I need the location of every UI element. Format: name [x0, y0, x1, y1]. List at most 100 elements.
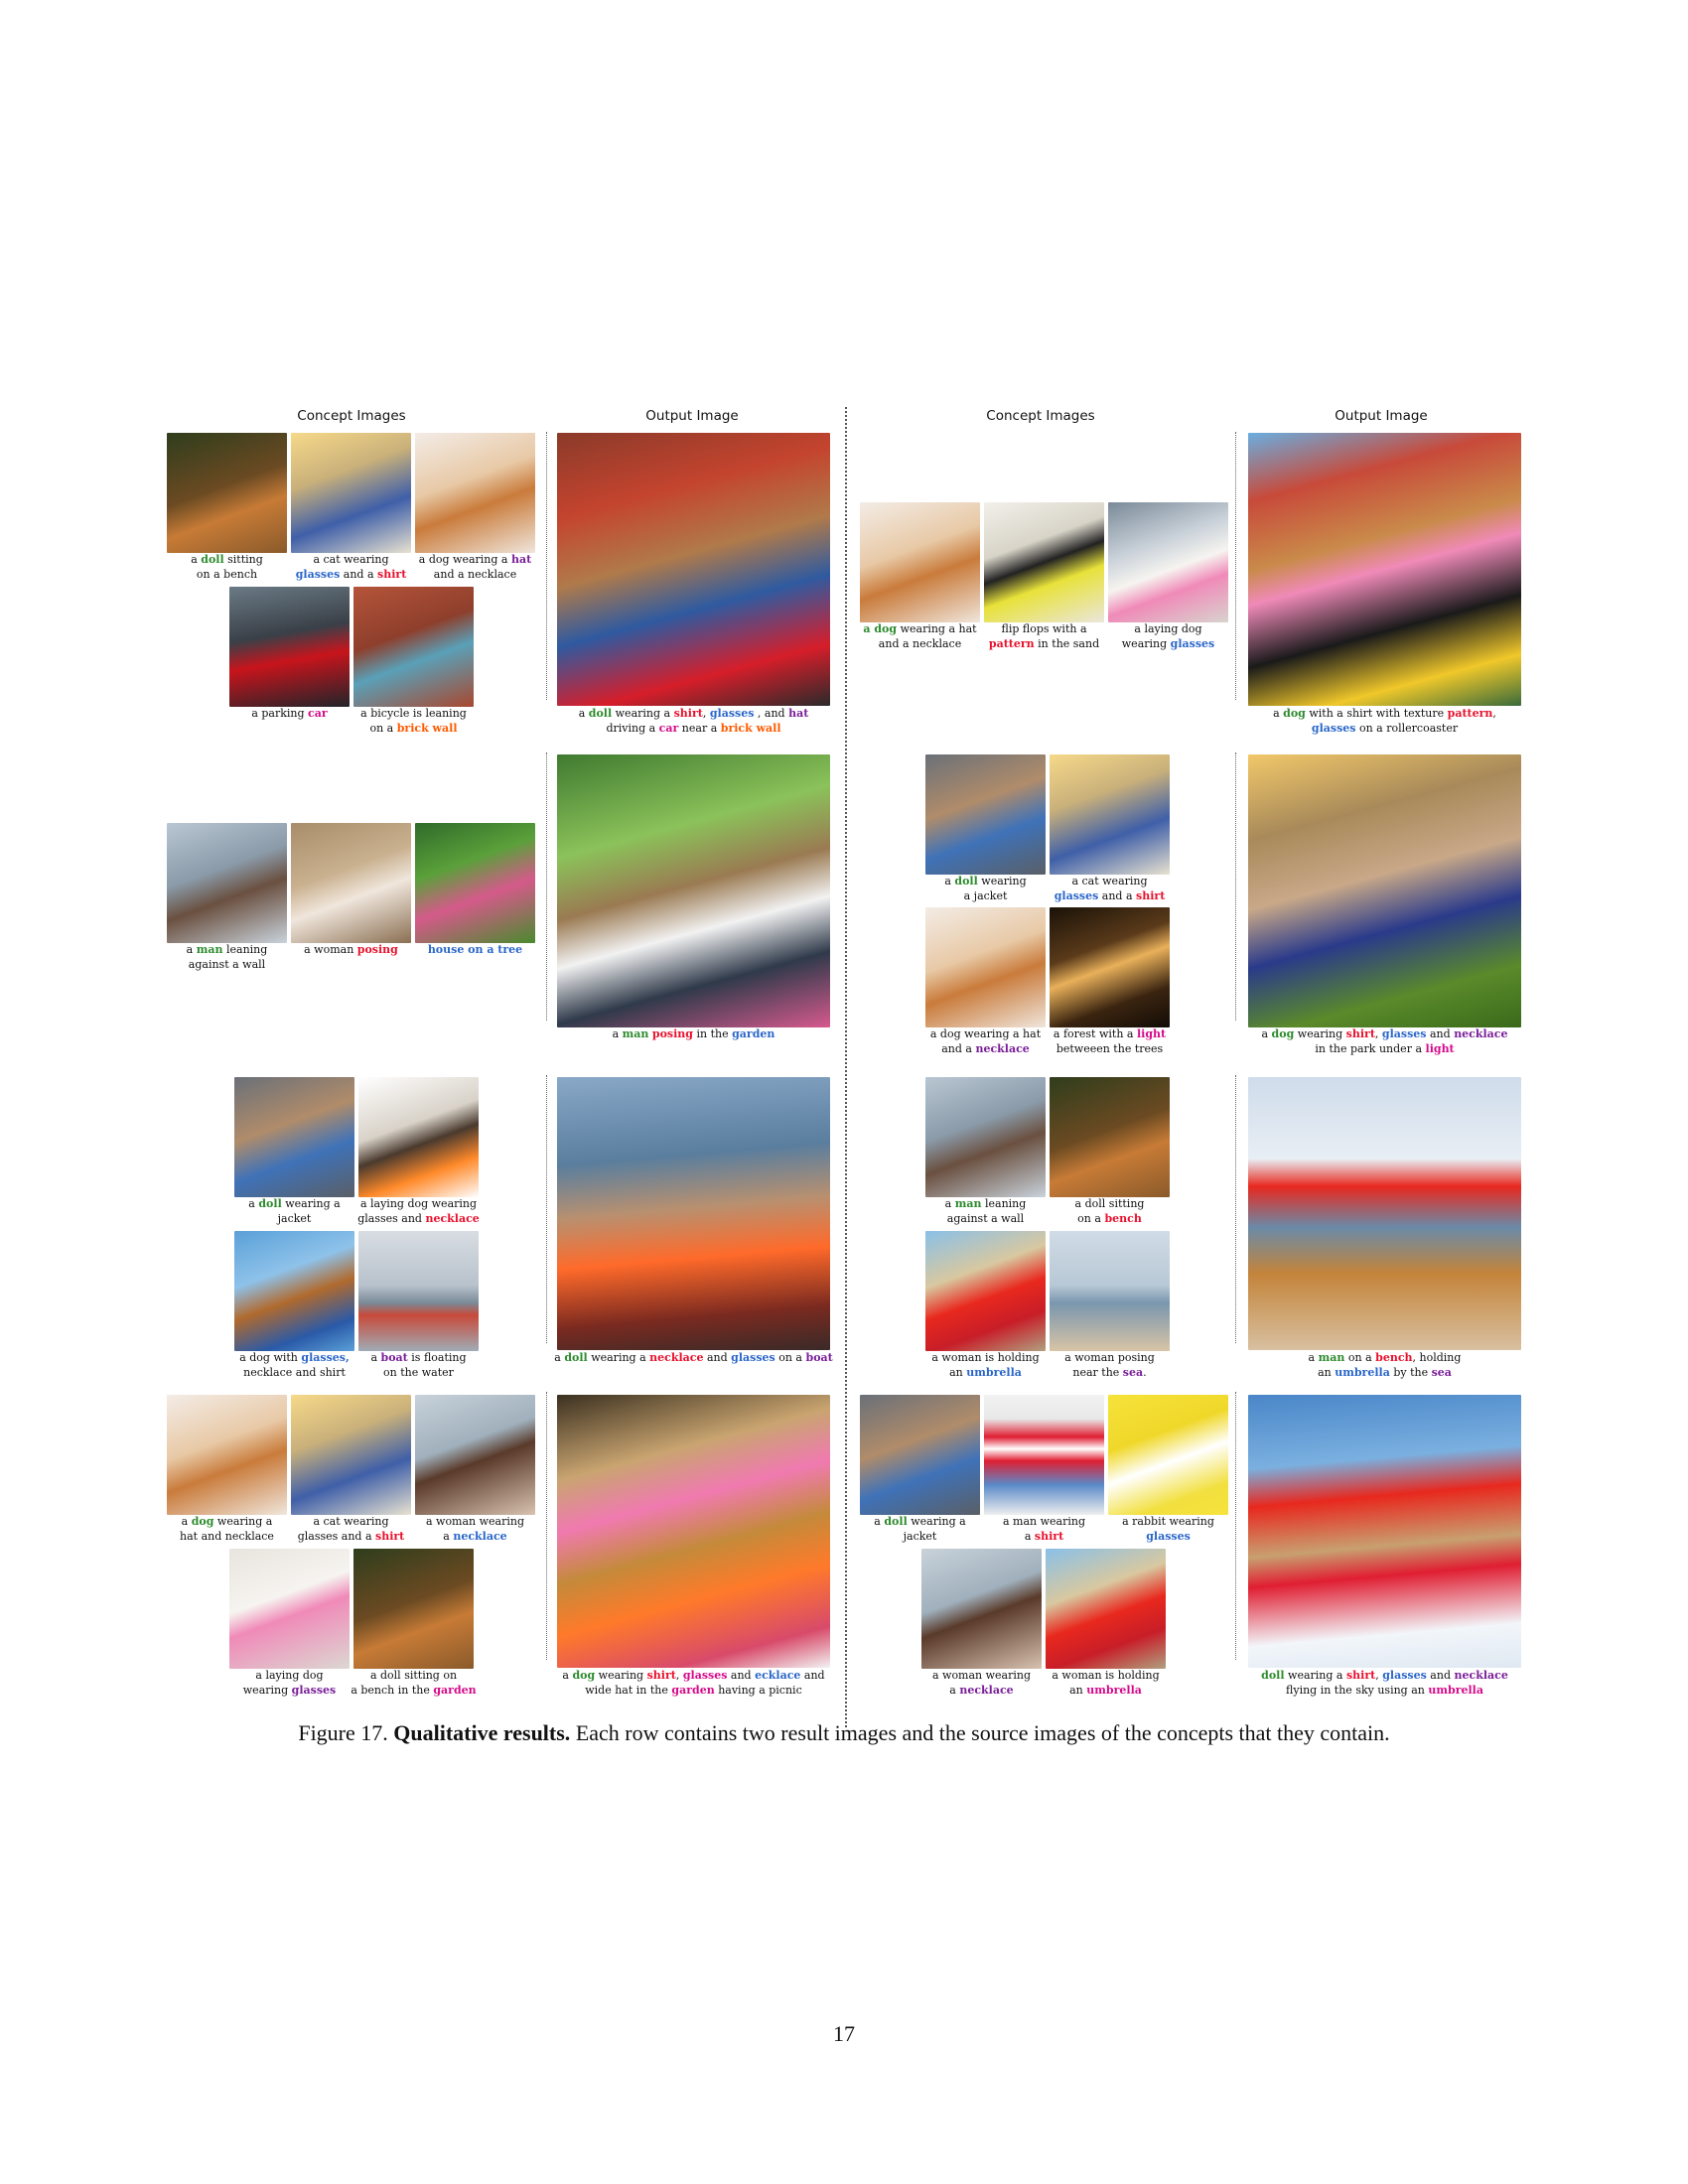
caption-text: a dog wearing a — [418, 553, 511, 566]
caption-text: a woman is holding — [931, 1351, 1040, 1364]
concept-image-doll-jacket-2 — [925, 754, 1046, 875]
caption-output-doll-sky: doll wearing a shirt, glasses and neckla… — [1238, 1669, 1531, 1698]
caption-keyword: glasses — [1382, 1669, 1427, 1682]
caption-text: a — [181, 1515, 192, 1528]
caption-line: an umbrella by the sea — [1238, 1366, 1531, 1381]
panel-separator — [546, 432, 547, 700]
output-image-man-bench-sea — [1248, 1077, 1521, 1350]
caption-keyword: umbrella — [966, 1365, 1022, 1379]
caption-text: necklace and shirt — [243, 1365, 346, 1379]
panel-separator — [1235, 432, 1236, 700]
caption-keyword: glasses — [291, 1683, 337, 1697]
caption-text: a man wearing — [1002, 1515, 1085, 1528]
caption-keyword: doll — [588, 707, 613, 720]
caption-keyword: posing — [651, 1027, 693, 1040]
caption-text: wearing — [1294, 1027, 1346, 1040]
caption-keyword: car — [658, 721, 679, 735]
caption-text: a laying dog — [1134, 622, 1202, 635]
caption-text: against a wall — [188, 957, 266, 971]
caption-text: a woman wearing — [425, 1515, 525, 1528]
caption-text: a woman posing — [1064, 1351, 1155, 1364]
caption-flip-flops: flip flops with a pattern in the sand — [979, 622, 1109, 651]
caption-keyword: light — [1136, 1027, 1167, 1040]
caption-text: wearing — [1121, 636, 1171, 650]
caption-line: a man leaning — [925, 1197, 1046, 1212]
caption-text: betweeen the trees — [1055, 1041, 1164, 1055]
caption-text: wearing a — [1284, 1669, 1346, 1682]
caption-line: a rabbit wearing — [1108, 1515, 1228, 1530]
caption-line: driving a car near a brick wall — [547, 722, 840, 737]
concept-image-doll-bench-garden — [353, 1549, 474, 1669]
concept-image-man-wall — [167, 823, 287, 943]
caption-man-wall-2: a man leaning against a wall — [925, 1197, 1046, 1226]
caption-keyword: doll — [954, 875, 978, 887]
caption-rabbit-glasses: a rabbit wearing glasses — [1108, 1515, 1228, 1544]
caption-text: jacket — [277, 1211, 312, 1225]
caption-text: is floating — [407, 1351, 467, 1364]
caption-line: wearing glasses — [1108, 637, 1228, 652]
caption-keyword: house on a tree — [427, 943, 523, 956]
caption-keyword: necklace — [649, 1351, 704, 1364]
concept-image-dog-glasses-necklace-shirt — [234, 1231, 354, 1351]
caption-text: a cat wearing — [313, 553, 389, 566]
caption-line: a man on a bench, holding — [1238, 1351, 1531, 1366]
caption-doll-bench-2: a doll sitting on a bench — [1050, 1197, 1170, 1226]
caption-line: a doll wearing a — [860, 1515, 980, 1530]
caption-keyword: doll — [201, 553, 224, 566]
caption-bicycle-brick-wall: a bicycle is leaning on a brick wall — [348, 707, 480, 736]
caption-line: a dog wearing shirt, glasses and necklac… — [1238, 1027, 1531, 1042]
caption-keyword: man — [196, 943, 223, 956]
caption-text: wearing a — [587, 1351, 650, 1364]
caption-text: hat and necklace — [180, 1529, 274, 1543]
caption-keyword: brick wall — [396, 721, 458, 735]
caption-keyword: sea — [1431, 1365, 1452, 1379]
caption-keyword: glasses — [1054, 888, 1099, 902]
caption-line: betweeen the trees — [1042, 1042, 1178, 1057]
caption-text: a cat wearing — [1071, 875, 1148, 887]
output-image-doll-sky — [1248, 1395, 1521, 1668]
caption-keyword: man — [954, 1197, 982, 1210]
caption-text: wearing — [595, 1669, 647, 1682]
caption-output-doll-car: a doll wearing a shirt, glasses , and ha… — [547, 707, 840, 736]
caption-text: on a — [774, 1351, 806, 1364]
caption-line: and a necklace — [917, 1042, 1054, 1057]
caption-line: hat and necklace — [167, 1530, 287, 1545]
caption-cat-glasses-shirt: a cat wearing glasses and a shirt — [281, 553, 421, 582]
concept-image-dog-hat-necklace-3 — [860, 502, 980, 622]
caption-doll-jacket: a doll wearing a jacket — [234, 1197, 354, 1226]
concept-image-house-tree — [415, 823, 535, 943]
caption-keyword: glasses — [682, 1669, 728, 1682]
caption-line: a laying dog — [1108, 622, 1228, 637]
caption-text: a — [186, 943, 197, 956]
caption-line: a man leaning — [167, 943, 287, 958]
caption-text: a — [248, 1197, 259, 1210]
caption-man-wall: a man leaning against a wall — [167, 943, 287, 972]
caption-line: a laying dog — [229, 1669, 350, 1684]
caption-text: a — [612, 1027, 623, 1040]
caption-keyword: bench — [1375, 1351, 1413, 1364]
concept-image-cat-glasses-shirt — [291, 433, 411, 553]
caption-text: a parking — [251, 707, 309, 720]
concept-image-laying-dog-glasses-2 — [1108, 502, 1228, 622]
caption-keyword: necklace — [1454, 1669, 1508, 1682]
caption-doll-bench-garden: a doll sitting on a bench in the garden — [348, 1669, 480, 1698]
caption-text: near a — [678, 721, 721, 735]
caption-output-man-garden: a man posing in the garden — [547, 1027, 840, 1042]
caption-doll-jacket-3: a doll wearing a jacket — [860, 1515, 980, 1544]
caption-keyword: ecklace — [755, 1669, 801, 1682]
caption-text: a — [443, 1529, 454, 1543]
caption-text: wearing — [242, 1683, 292, 1697]
caption-line: a necklace — [415, 1530, 535, 1545]
caption-text: glasses and a — [297, 1529, 376, 1543]
caption-house-tree: house on a tree — [415, 943, 535, 958]
caption-text: having a picnic — [714, 1683, 802, 1697]
caption-output-dog-rollercoaster: a dog with a shirt with texture pattern,… — [1238, 707, 1531, 736]
caption-keyword: shirt — [1034, 1529, 1064, 1543]
caption-keyword: bench — [1104, 1211, 1142, 1225]
caption-line: jacket — [860, 1530, 980, 1545]
caption-text: and a — [340, 567, 378, 581]
caption-line: on a bench — [167, 568, 287, 583]
caption-text: a woman is holding — [1052, 1669, 1160, 1682]
caption-keyword: boat — [380, 1351, 408, 1364]
caption-line: against a wall — [925, 1212, 1046, 1227]
